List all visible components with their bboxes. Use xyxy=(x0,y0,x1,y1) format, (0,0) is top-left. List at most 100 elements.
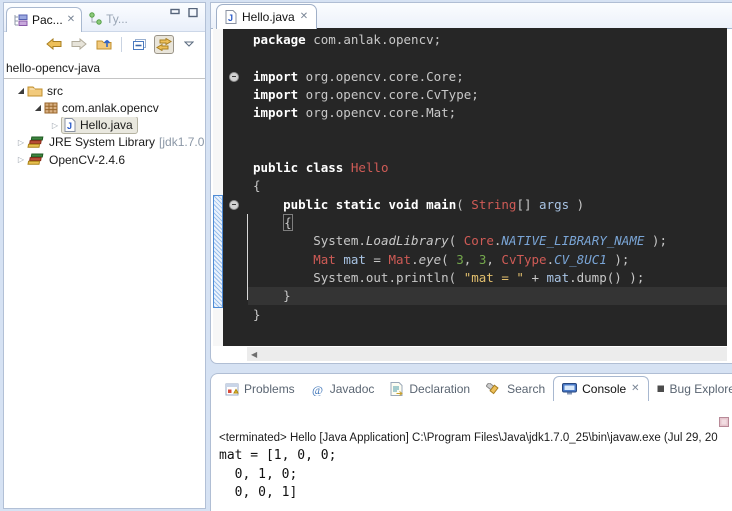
code-token: import xyxy=(253,87,298,102)
selected-tree-item[interactable]: JHello.java xyxy=(61,117,138,134)
javadoc-icon: @ xyxy=(311,383,325,396)
view-tab-pac[interactable]: Pac...✕ xyxy=(6,7,82,32)
code-token xyxy=(253,252,313,267)
code-token: import xyxy=(253,105,298,120)
code-token: org.opencv.core.Mat; xyxy=(298,105,456,120)
code-token: , xyxy=(486,252,501,267)
tab-label: Search xyxy=(507,382,545,396)
code-token: { xyxy=(253,178,261,193)
library-icon xyxy=(27,136,45,149)
forward-arrow-button[interactable] xyxy=(69,35,89,54)
tree-item-label: OpenCV-2.4.6 xyxy=(49,153,125,167)
code-line: Mat mat = Mat.eye( 3, 3, CvType.CV_8UC1 … xyxy=(223,251,727,269)
view-menu-button[interactable] xyxy=(179,35,199,54)
collapse-arrow-icon[interactable]: ◢ xyxy=(32,103,44,112)
expand-arrow-icon[interactable]: ▷ xyxy=(15,138,27,147)
tab-console[interactable]: Console✕ xyxy=(553,376,648,401)
package-explorer-view: Pac...✕ Ty... hello-opencv-java ◢src◢com.a… xyxy=(3,2,206,509)
tree-item-hello-java[interactable]: ▷JHello.java xyxy=(4,117,205,134)
expand-arrow-icon[interactable]: ▷ xyxy=(49,121,61,130)
package-explorer-toolbar xyxy=(4,32,205,56)
code-line: System.LoadLibrary( Core.NATIVE_LIBRARY_… xyxy=(223,232,727,250)
minimize-icon[interactable] xyxy=(170,8,181,18)
code-token: org.opencv.core.CvType; xyxy=(298,87,479,102)
code-token: ( xyxy=(441,252,456,267)
code-token xyxy=(253,197,283,212)
code-token: String xyxy=(471,197,516,212)
code-token: main xyxy=(426,197,456,212)
declaration-icon xyxy=(390,382,404,396)
tree-item-label: hello-opencv-java xyxy=(6,61,100,75)
code-text-area[interactable]: package com.anlak.opencv;import org.open… xyxy=(223,28,727,346)
code-token: ); xyxy=(644,233,667,248)
editor-tab-label: Hello.java xyxy=(242,10,295,24)
link-with-editor-button[interactable] xyxy=(154,35,174,54)
code-token: void xyxy=(388,197,418,212)
search-icon xyxy=(486,383,502,396)
collapse-arrow-icon[interactable]: ◢ xyxy=(15,86,27,95)
tab-label: Javadoc xyxy=(330,382,375,396)
code-token: .dump() ); xyxy=(569,270,644,285)
back-arrow-button[interactable] xyxy=(44,35,64,54)
console-output[interactable]: mat = [1, 0, 0; 0, 1, 0; 0, 0, 1] xyxy=(219,447,732,503)
code-token: System.out.println( xyxy=(253,270,464,285)
tree-item-src[interactable]: ◢src xyxy=(4,82,205,99)
code-token: static xyxy=(336,197,381,212)
close-icon[interactable]: ✕ xyxy=(67,15,75,25)
tree-item-opencv-2-4-6[interactable]: ▷ OpenCV-2.4.6 xyxy=(4,151,205,168)
close-icon[interactable]: ✕ xyxy=(300,12,308,22)
annotation-ruler[interactable] xyxy=(213,28,223,346)
code-token: Mat xyxy=(388,252,411,267)
console-status-line: <terminated> Hello [Java Application] C:… xyxy=(219,432,732,444)
java-file-icon: J xyxy=(225,10,237,24)
code-line: } xyxy=(223,306,727,324)
tab-problems[interactable]: Problems xyxy=(217,377,303,401)
code-token: . xyxy=(411,252,419,267)
code-token: LoadLibrary xyxy=(366,233,449,248)
eclipse-workbench: { "colors": { "workbench_bg": "#d6e2f3",… xyxy=(0,0,732,511)
maximize-icon[interactable] xyxy=(188,8,199,18)
fold-collapse-icon[interactable] xyxy=(229,72,239,82)
tab-search[interactable]: Search xyxy=(478,377,553,401)
toolbar-separator xyxy=(121,37,122,52)
code-token: , xyxy=(464,252,479,267)
code-line: } xyxy=(223,287,727,305)
code-token: { xyxy=(283,214,293,231)
code-token: . xyxy=(547,252,555,267)
code-line xyxy=(223,123,727,141)
expand-arrow-icon[interactable]: ▷ xyxy=(15,155,27,164)
tab-javadoc[interactable]: @ Javadoc xyxy=(303,377,383,401)
code-line: public static void main( String[] args ) xyxy=(223,196,727,214)
range-indicator xyxy=(213,195,223,308)
link-with-editor-icon xyxy=(156,38,172,51)
code-token: System. xyxy=(253,233,366,248)
code-token: public xyxy=(283,197,328,212)
view-tab-label: Ty... xyxy=(106,12,128,26)
svg-text:J: J xyxy=(67,121,72,131)
code-line: { xyxy=(223,177,727,195)
code-editor[interactable]: package com.anlak.opencv;import org.open… xyxy=(213,28,732,346)
tree-item-hello-opencv-java[interactable]: hello-opencv-java xyxy=(4,59,205,76)
tree-item-com-anlak-opencv[interactable]: ◢com.anlak.opencv xyxy=(4,99,205,116)
tab-bug-explorer[interactable]: Bug Explorer xyxy=(649,377,732,401)
view-tab-ty[interactable]: Ty... xyxy=(82,6,134,31)
tree-item-jre-system-library[interactable]: ▷JRE System Library[jdk1.7.0 xyxy=(4,134,205,151)
fold-collapse-icon[interactable] xyxy=(229,200,239,210)
pin-console-icon[interactable] xyxy=(719,417,730,428)
tab-hello-java[interactable]: J Hello.java ✕ xyxy=(216,4,317,29)
code-token xyxy=(343,160,351,175)
up-folder-button[interactable] xyxy=(94,35,114,54)
tab-declaration[interactable]: Declaration xyxy=(382,377,478,401)
code-token: ) xyxy=(569,197,584,212)
svg-text:@: @ xyxy=(312,383,323,396)
bottom-tabbar: Problems @ Javadoc Declaration Search Console… xyxy=(211,374,732,401)
close-icon[interactable]: ✕ xyxy=(631,384,639,394)
scroll-left-arrow-icon[interactable]: ◀ xyxy=(247,350,257,359)
left-tabs: Pac...✕ Ty... xyxy=(6,6,134,31)
code-line: public class Hello xyxy=(223,159,727,177)
collapse-all-button[interactable] xyxy=(129,35,149,54)
horizontal-scrollbar[interactable]: ◀ xyxy=(247,347,727,361)
tab-label: Declaration xyxy=(409,382,470,396)
code-token xyxy=(298,160,306,175)
code-token: class xyxy=(306,160,344,175)
